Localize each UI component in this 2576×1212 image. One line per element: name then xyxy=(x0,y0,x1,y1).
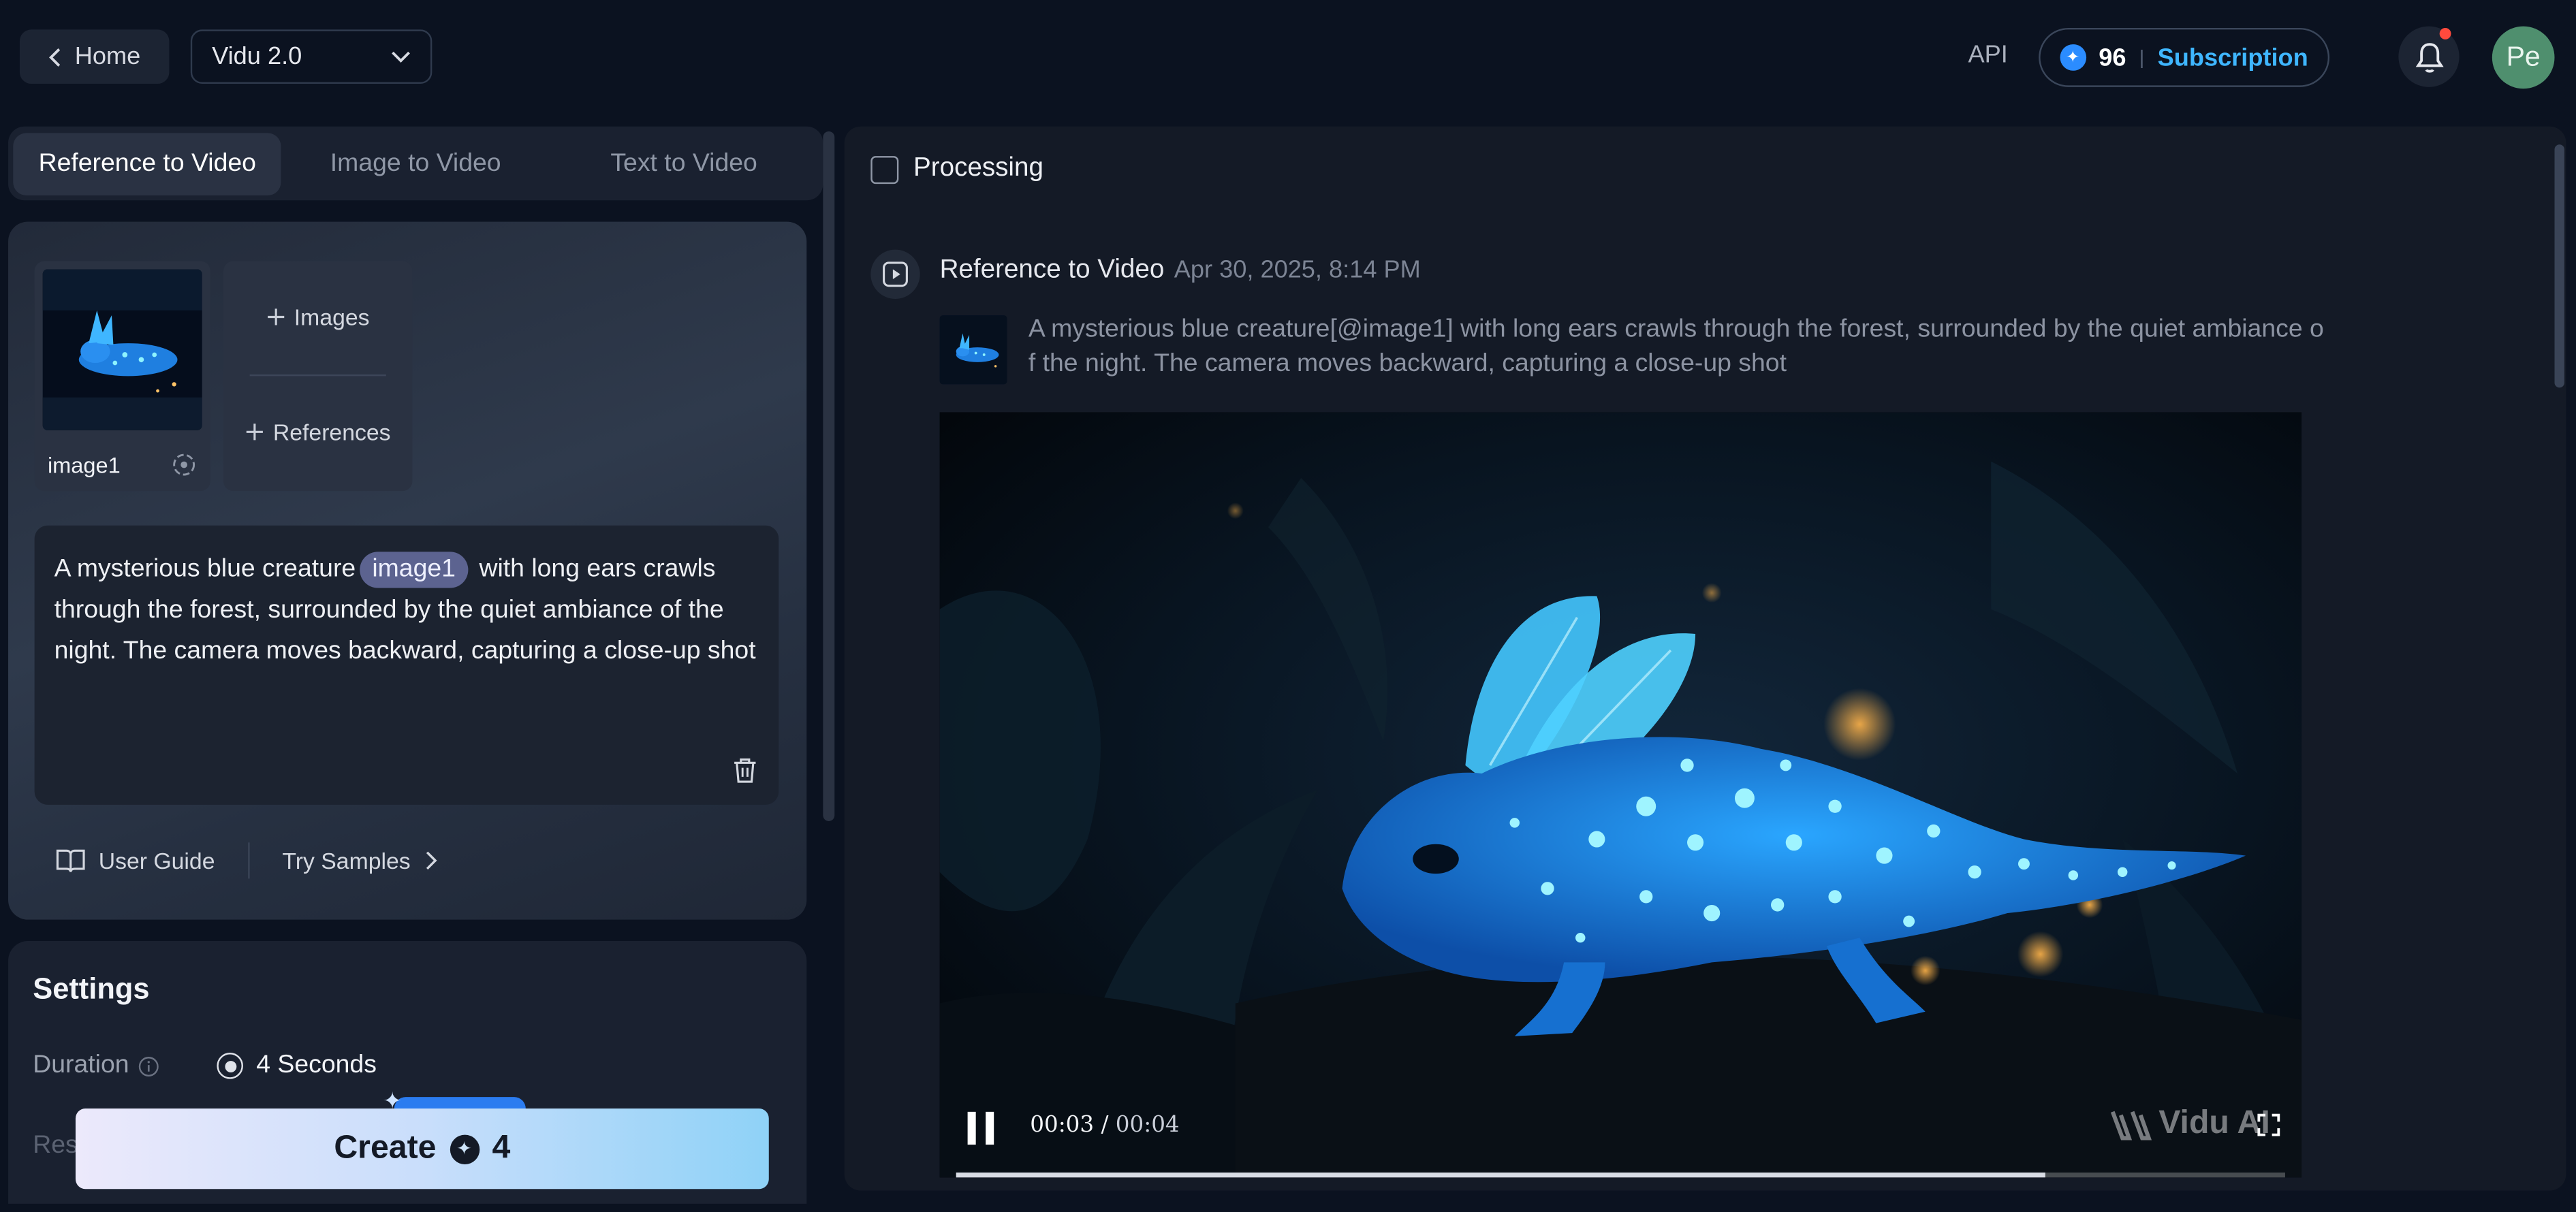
duration-label-text: Duration xyxy=(33,1051,129,1079)
reference-thumbnail xyxy=(42,269,202,430)
avatar[interactable]: Pe xyxy=(2492,26,2555,89)
time-display: 00:03 / 00:04 xyxy=(1030,1111,1180,1138)
bell-icon xyxy=(2415,42,2443,72)
chevron-down-icon xyxy=(392,50,410,62)
reference-image-name: image1 xyxy=(47,453,121,478)
duration-option-4s[interactable]: 4 Seconds xyxy=(217,1051,377,1081)
progress-fill xyxy=(956,1173,2046,1178)
help-links: User Guide Try Samples xyxy=(56,842,437,879)
input-card: image1 Images References A mysterious bl… xyxy=(8,221,807,920)
credit-count: 96 xyxy=(2099,43,2126,71)
prompt-textarea[interactable]: A mysterious blue creature image1 with lo… xyxy=(34,525,779,805)
watermark-text: Vidu AI xyxy=(2158,1105,2270,1142)
plus-icon xyxy=(247,424,264,441)
add-images-label: Images xyxy=(294,304,370,330)
task-prompt: A mysterious blue creature[@image1] with… xyxy=(1028,315,2324,378)
fullscreen-icon[interactable] xyxy=(2257,1113,2280,1136)
processing-checkbox[interactable] xyxy=(870,155,899,183)
credits-pill[interactable]: ✦ 96 | Subscription xyxy=(2039,28,2330,87)
try-samples-label: Try Samples xyxy=(282,847,411,874)
resolution-label: Res xyxy=(33,1131,78,1160)
prompt-text-start: A mysterious blue creature xyxy=(54,555,356,584)
results-scrollbar[interactable] xyxy=(2554,144,2564,388)
duration-label: Duration xyxy=(33,1051,159,1081)
duration-value: 4 Seconds xyxy=(256,1051,377,1079)
swap-icon[interactable] xyxy=(171,451,198,478)
tab-text-to-video[interactable]: Text to Video xyxy=(550,132,818,195)
task-type: Reference to Video xyxy=(939,256,1165,285)
try-samples-link[interactable]: Try Samples xyxy=(282,848,437,874)
divider xyxy=(247,842,250,879)
left-scrollbar[interactable] xyxy=(823,131,835,821)
divider: | xyxy=(2139,46,2145,69)
subscription-link[interactable]: Subscription xyxy=(2158,44,2308,71)
settings-title: Settings xyxy=(33,972,150,1006)
api-link[interactable]: API xyxy=(1968,41,2007,69)
divider xyxy=(249,374,386,377)
create-button[interactable]: Create ✦ 4 xyxy=(75,1109,769,1190)
book-icon xyxy=(56,849,85,872)
chevron-left-icon xyxy=(50,47,61,66)
radio-selected-icon xyxy=(217,1053,243,1079)
video-player[interactable]: 00:03 / 00:04 Vidu AI xyxy=(939,412,2302,1178)
results-panel: Processing Reference to Video Apr 30, 202… xyxy=(844,126,2566,1191)
task-timestamp: Apr 30, 2025, 8:14 PM xyxy=(1174,256,1421,285)
progress-bar[interactable] xyxy=(956,1173,2285,1178)
top-bar: Home Vidu 2.0 API ✦ 96 | Subscription Pe xyxy=(0,0,2576,115)
task-video-icon xyxy=(870,249,920,299)
mode-tabs: Reference to Video Image to Video Text t… xyxy=(8,126,823,201)
model-value: Vidu 2.0 xyxy=(212,42,302,71)
task-reference-thumbnail[interactable] xyxy=(939,315,1007,385)
user-guide-link[interactable]: User Guide xyxy=(56,848,215,874)
info-icon[interactable] xyxy=(138,1055,159,1077)
credit-coin-icon: ✦ xyxy=(449,1134,480,1164)
vidu-logo-icon xyxy=(2110,1110,2152,1140)
video-frame xyxy=(939,412,2302,1178)
add-images-button[interactable]: Images xyxy=(223,304,412,330)
video-duration: 00:04 xyxy=(1115,1111,1180,1138)
task-header: Reference to Video Apr 30, 2025, 8:14 PM xyxy=(940,256,1421,285)
current-time: 00:03 xyxy=(1030,1111,1095,1138)
chevron-right-icon xyxy=(426,851,437,870)
create-cost: 4 xyxy=(492,1130,511,1166)
user-guide-label: User Guide xyxy=(98,847,215,874)
notifications-button[interactable] xyxy=(2398,26,2460,87)
processing-label: Processing xyxy=(913,154,1043,182)
plus-icon xyxy=(268,308,285,325)
create-label: Create xyxy=(334,1130,437,1166)
credit-coin-icon: ✦ xyxy=(2060,44,2086,71)
tab-image-to-video[interactable]: Image to Video xyxy=(281,132,550,195)
notification-dot xyxy=(2439,28,2451,39)
model-select[interactable]: Vidu 2.0 xyxy=(190,29,433,84)
reference-image-tile[interactable]: image1 xyxy=(34,261,210,492)
add-references-label: References xyxy=(272,419,391,445)
tab-reference-to-video[interactable]: Reference to Video xyxy=(13,132,282,195)
add-references-tile: Images References xyxy=(223,261,413,492)
home-button[interactable]: Home xyxy=(19,29,170,84)
pause-icon[interactable] xyxy=(964,1110,997,1146)
image-reference-chip[interactable]: image1 xyxy=(359,552,469,588)
add-references-button[interactable]: References xyxy=(223,419,412,445)
processing-filter[interactable]: Processing xyxy=(870,155,1043,184)
trash-icon[interactable] xyxy=(733,757,757,784)
watermark: Vidu AI xyxy=(2109,1105,2270,1143)
home-label: Home xyxy=(74,42,141,71)
